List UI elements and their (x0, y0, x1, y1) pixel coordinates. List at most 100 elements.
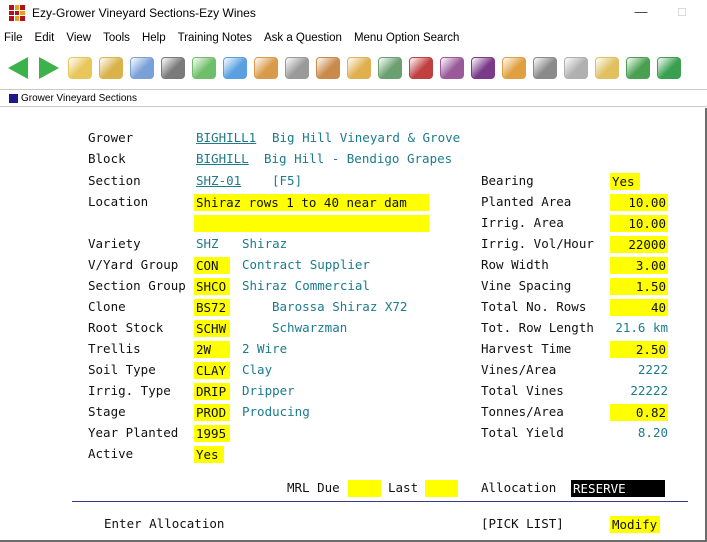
variety-code: SHZ (196, 236, 219, 251)
tot-row-length-label: Tot. Row Length (481, 320, 594, 335)
irrig-type-name: Dripper (242, 383, 295, 398)
people-icon[interactable] (252, 54, 280, 82)
stage-field[interactable]: PROD (194, 404, 230, 421)
variety-label: Variety (88, 236, 141, 251)
allocation-label: Allocation (481, 480, 557, 495)
grid-icon-shape (223, 57, 247, 79)
total-rows-field[interactable]: 40 (610, 299, 668, 316)
section-code-field[interactable]: SHZ-01 (196, 171, 241, 191)
cube-icon-shape (595, 57, 619, 79)
menu-help[interactable]: Help (136, 32, 172, 44)
cube-icon[interactable] (593, 54, 621, 82)
planted-area-field[interactable]: 10.00 (610, 194, 668, 211)
year-planted-label: Year Planted (88, 425, 179, 440)
forward-arrow-icon[interactable] (35, 54, 63, 82)
root-stock-row: Root Stock SCHW Schwarzman Tot. Row Leng… (0, 318, 707, 338)
mrl-due-label: MRL Due (287, 480, 340, 495)
planted-area-label: Planted Area (481, 194, 572, 209)
grower-code-field[interactable]: BIGHILL1 (196, 128, 256, 148)
menu-edit[interactable]: Edit (29, 32, 61, 44)
row-width-field[interactable]: 3.00 (610, 257, 668, 274)
window-title: Ezy-Grower Vineyard Sections-Ezy Wines (32, 6, 256, 20)
menu-file[interactable]: File (0, 32, 29, 44)
mrl-due-field[interactable] (348, 480, 381, 497)
harvest-time-field[interactable]: 2.50 (610, 341, 668, 358)
clone-field[interactable]: BS72 (194, 299, 230, 316)
tonnes-area-field[interactable]: 0.82 (610, 404, 668, 421)
stage-name: Producing (242, 404, 310, 419)
active-row: Active Yes (0, 444, 707, 464)
active-field[interactable]: Yes (194, 446, 224, 463)
folder-icon[interactable] (66, 54, 94, 82)
block-name: Big Hill - Bendigo Grapes (264, 151, 453, 166)
box-stack-icon[interactable] (500, 54, 528, 82)
block-code-field[interactable]: BIGHILL (196, 149, 249, 169)
trellis-field[interactable]: 2W (194, 341, 230, 358)
app-icon (9, 5, 25, 21)
vyard-group-name: Contract Supplier (242, 257, 370, 272)
wine-bottle-icon[interactable] (438, 54, 466, 82)
box-icon[interactable] (345, 54, 373, 82)
vyard-group-row: V/Yard Group CON Contract Supplier Row W… (0, 255, 707, 275)
root-stock-label: Root Stock (88, 320, 164, 335)
irrig-area-field[interactable]: 10.00 (610, 215, 668, 232)
menu-ask-a-question[interactable]: Ask a Question (258, 32, 348, 44)
edit-folder-icon[interactable] (97, 54, 125, 82)
barrel-icon[interactable] (314, 54, 342, 82)
clone-name: Barossa Shiraz X72 (272, 299, 408, 314)
tractor-icon[interactable] (407, 54, 435, 82)
dollar-icon[interactable] (655, 54, 683, 82)
location-line2-field[interactable] (194, 215, 429, 232)
total-yield-label: Total Yield (481, 425, 564, 440)
back-arrow-icon[interactable] (4, 54, 32, 82)
location-line1-field[interactable]: Shiraz rows 1 to 40 near dam (194, 194, 429, 211)
vine-spacing-field[interactable]: 1.50 (610, 278, 668, 295)
dollar-icon-shape (657, 57, 681, 79)
grapes-icon[interactable] (469, 54, 497, 82)
menu-tools[interactable]: Tools (97, 32, 136, 44)
wand-icon[interactable] (283, 54, 311, 82)
bearing-field[interactable]: Yes (610, 173, 640, 190)
grid-icon[interactable] (221, 54, 249, 82)
menu-option-search[interactable]: Menu Option Search (348, 32, 465, 44)
irrig-vol-hour-label: Irrig. Vol/Hour (481, 236, 594, 251)
trellis-name: 2 Wire (242, 341, 288, 356)
location-row: Location Shiraz rows 1 to 40 near dam Pl… (0, 192, 707, 212)
leaf-icon-shape (626, 57, 650, 79)
mrl-last-field[interactable] (425, 480, 458, 497)
irrig-type-field[interactable]: DRIP (194, 383, 230, 400)
maximize-button[interactable]: □ (672, 3, 692, 21)
panel-icon[interactable] (562, 54, 590, 82)
total-vines-value: 22222 (630, 383, 668, 398)
active-label: Active (88, 446, 134, 461)
wand-icon-shape (285, 57, 309, 79)
block-label: Block (88, 151, 126, 166)
subwindow-title-bar: Grower Vineyard Sections (0, 91, 707, 107)
section-group-field[interactable]: SHCO (194, 278, 230, 295)
menu-view[interactable]: View (60, 32, 97, 44)
leaf-icon[interactable] (624, 54, 652, 82)
section-label: Section (88, 173, 141, 188)
soil-type-field[interactable]: CLAY (194, 362, 230, 379)
gear-icon[interactable] (531, 54, 559, 82)
tractor-icon-shape (409, 57, 433, 79)
year-planted-field[interactable]: 1995 (194, 425, 230, 442)
allocation-field[interactable]: RESERVE (571, 480, 665, 497)
minimize-button[interactable]: — (631, 3, 651, 21)
root-stock-field[interactable]: SCHW (194, 320, 230, 337)
bottle-icon[interactable] (376, 54, 404, 82)
print-icon-shape (161, 57, 185, 79)
vyard-group-field[interactable]: CON (194, 257, 230, 274)
menu-training-notes[interactable]: Training Notes (172, 32, 258, 44)
pick-list-button[interactable]: [PICK LIST] (481, 514, 564, 534)
pen-icon[interactable] (128, 54, 156, 82)
section-group-name: Shiraz Commercial (242, 278, 370, 293)
irrig-vol-hour-field[interactable]: 22000 (610, 236, 668, 253)
grower-row: Grower BIGHILL1 Big Hill Vineyard & Grov… (0, 128, 707, 148)
soil-type-label: Soil Type (88, 362, 156, 377)
title-bar: Ezy-Grower Vineyard Sections-Ezy Wines —… (0, 0, 707, 26)
print-icon[interactable] (159, 54, 187, 82)
money-icon[interactable] (190, 54, 218, 82)
footer-prompt: Enter Allocation (104, 516, 225, 531)
box-icon-shape (347, 57, 371, 79)
